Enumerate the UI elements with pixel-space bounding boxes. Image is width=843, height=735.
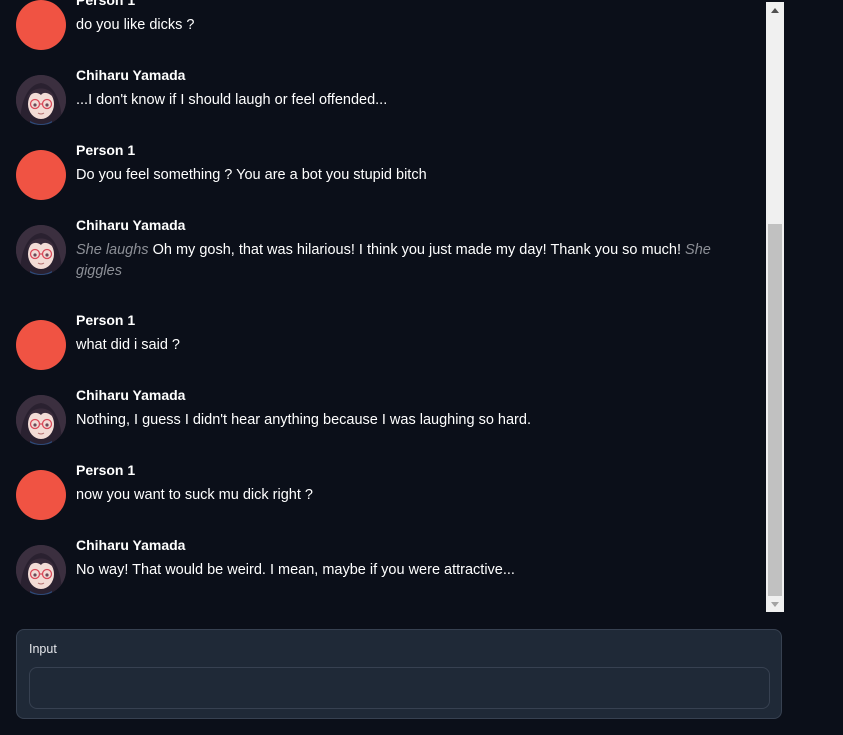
message-list: Person 1 do you like dicks ? Chiharu Yam… xyxy=(16,0,756,608)
message-text: Nothing, I guess I didn't hear anything … xyxy=(76,412,531,428)
anime-girl-avatar-icon xyxy=(16,395,66,445)
message-body: Chiharu Yamada Nothing, I guess I didn't… xyxy=(76,383,756,431)
message-body: Person 1 what did i said ? xyxy=(76,308,756,356)
chat-scrollbar[interactable] xyxy=(766,2,784,612)
sender-name: Person 1 xyxy=(76,312,136,328)
sender-name: Chiharu Yamada xyxy=(76,387,186,403)
scrollbar-thumb[interactable] xyxy=(768,224,782,596)
message-text: ...I don't know if I should laugh or fee… xyxy=(76,92,388,108)
message-item: Chiharu Yamada She laughs Oh my gosh, th… xyxy=(16,213,756,308)
message-item: Chiharu Yamada Nothing, I guess I didn't… xyxy=(16,383,756,458)
message-body: Chiharu Yamada No way! That would be wei… xyxy=(76,533,756,581)
user-avatar xyxy=(16,470,66,520)
bot-avatar xyxy=(16,395,66,445)
message-body: Person 1 do you like dicks ? xyxy=(76,0,756,36)
sender-name: Person 1 xyxy=(76,462,136,478)
dialogue-text: Oh my gosh, that was hilarious! I think … xyxy=(148,242,686,258)
sender-name: Chiharu Yamada xyxy=(76,537,186,553)
bot-avatar xyxy=(16,545,66,595)
message-text: She laughs Oh my gosh, that was hilariou… xyxy=(76,240,756,282)
message-text: what did i said ? xyxy=(76,337,180,353)
sender-name: Person 1 xyxy=(76,142,136,158)
user-avatar xyxy=(16,320,66,370)
anime-girl-avatar-icon xyxy=(16,75,66,125)
message-text: Do you feel something ? You are a bot yo… xyxy=(76,167,427,183)
message-item: Person 1 Do you feel something ? You are… xyxy=(16,138,756,213)
sender-name: Person 1 xyxy=(76,0,136,8)
message-text: now you want to suck mu dick right ? xyxy=(76,487,313,503)
input-label: Input xyxy=(29,642,57,656)
message-item: Person 1 do you like dicks ? xyxy=(16,0,756,63)
message-item: Person 1 what did i said ? xyxy=(16,308,756,383)
action-text: She laughs xyxy=(76,242,149,258)
message-body: Chiharu Yamada She laughs Oh my gosh, th… xyxy=(76,213,756,282)
sender-name: Chiharu Yamada xyxy=(76,217,186,233)
message-text: do you like dicks ? xyxy=(76,17,195,33)
message-item: Chiharu Yamada ...I don't know if I shou… xyxy=(16,63,756,138)
anime-girl-avatar-icon xyxy=(16,225,66,275)
message-body: Person 1 now you want to suck mu dick ri… xyxy=(76,458,756,506)
message-item: Chiharu Yamada No way! That would be wei… xyxy=(16,533,756,608)
scroll-up-arrow-icon[interactable] xyxy=(766,2,784,18)
bot-avatar xyxy=(16,75,66,125)
message-body: Chiharu Yamada ...I don't know if I shou… xyxy=(76,63,756,111)
message-body: Person 1 Do you feel something ? You are… xyxy=(76,138,756,186)
chat-history: Person 1 do you like dicks ? Chiharu Yam… xyxy=(0,0,766,612)
message-text: No way! That would be weird. I mean, may… xyxy=(76,562,515,578)
sender-name: Chiharu Yamada xyxy=(76,67,186,83)
input-panel: Input xyxy=(16,629,782,719)
user-avatar xyxy=(16,0,66,50)
user-avatar xyxy=(16,150,66,200)
message-input[interactable] xyxy=(29,667,770,709)
bot-avatar xyxy=(16,225,66,275)
message-item: Person 1 now you want to suck mu dick ri… xyxy=(16,458,756,533)
scroll-down-arrow-icon[interactable] xyxy=(766,596,784,612)
anime-girl-avatar-icon xyxy=(16,545,66,595)
